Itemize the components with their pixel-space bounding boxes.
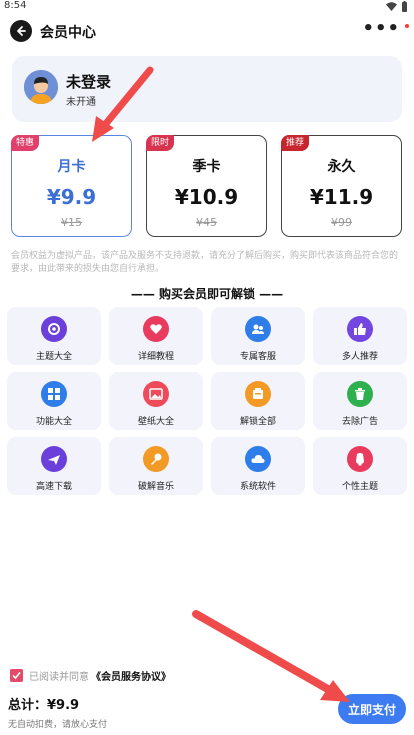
- bulb-icon: [347, 446, 373, 472]
- plan-name: 季卡: [192, 159, 221, 175]
- agreement-checkbox[interactable]: [10, 668, 23, 682]
- pay-now-button[interactable]: 立即支付: [338, 694, 406, 724]
- back-button[interactable]: [10, 20, 32, 42]
- feature-music[interactable]: 破解音乐: [109, 437, 203, 495]
- battery-icon: [402, 1, 407, 12]
- plan-original-price: ¥99: [331, 216, 352, 229]
- feature-theme[interactable]: 主题大全: [7, 307, 101, 365]
- feature-label: 系统软件: [239, 482, 276, 492]
- avatar: [24, 70, 58, 104]
- wifi-icon: [386, 2, 397, 11]
- status-bar: 8:54: [0, 0, 414, 14]
- feature-unlock-all[interactable]: 解锁全部: [211, 372, 305, 430]
- feature-wallpaper[interactable]: 壁纸大全: [109, 372, 203, 430]
- feature-label: 专属客服: [239, 352, 276, 362]
- feature-label: 主题大全: [35, 352, 72, 362]
- cloud-icon: [245, 446, 271, 472]
- user-name: 未登录: [66, 73, 112, 91]
- apps-icon: [41, 381, 67, 407]
- feature-label: 破解音乐: [137, 482, 174, 492]
- feature-personal-theme[interactable]: 个性主题: [313, 437, 407, 495]
- trash-icon: [347, 381, 373, 407]
- tutorial-icon: [143, 316, 169, 342]
- feature-system-software[interactable]: 系统软件: [211, 437, 305, 495]
- plan-tag: 限时: [146, 135, 175, 151]
- agreement-link[interactable]: 《会员服务协议》: [91, 668, 171, 683]
- user-avatar-icon: [24, 70, 58, 104]
- total-price: 总计：¥9.9: [8, 698, 80, 713]
- feature-recommend[interactable]: 多人推荐: [313, 307, 407, 365]
- feature-label: 详细教程: [137, 352, 174, 362]
- plan-name: 永久: [327, 159, 356, 175]
- plan-tag: 特惠: [11, 135, 40, 151]
- agreement-row: 已阅读并同意 《会员服务协议》: [10, 668, 171, 683]
- top-bar: 会员中心 •••: [0, 16, 414, 46]
- feature-label: 去除广告: [341, 417, 378, 427]
- status-time: 8:54: [4, 0, 27, 11]
- membership-status: 未开通: [66, 97, 96, 108]
- plan-price: ¥10.9: [174, 185, 239, 209]
- plan-list: 特惠 月卡 ¥9.9 ¥15 限时 季卡 ¥10.9 ¥45 推荐 永久 ¥11…: [11, 135, 405, 239]
- feature-label: 功能大全: [35, 417, 72, 427]
- plan-monthly[interactable]: 特惠 月卡 ¥9.9 ¥15: [11, 135, 132, 237]
- plan-price: ¥11.9: [309, 185, 374, 209]
- payment-note: 无自动扣费，请放心支付: [8, 720, 108, 730]
- feature-customer-service[interactable]: 专属客服: [211, 307, 305, 365]
- page-title: 会员中心: [40, 25, 96, 41]
- agreement-text: 已阅读并同意: [29, 671, 89, 683]
- feature-label: 解锁全部: [239, 417, 276, 427]
- unlock-heading: —— 购买会员即可解锁 ——: [130, 287, 284, 301]
- status-icons: [386, 1, 408, 12]
- feature-label: 个性主题: [341, 482, 378, 492]
- feature-functions[interactable]: 功能大全: [7, 372, 101, 430]
- feature-label: 多人推荐: [341, 352, 378, 362]
- feature-remove-ads[interactable]: 去除广告: [313, 372, 407, 430]
- profile-card[interactable]: 未登录 未开通: [12, 56, 402, 122]
- customer-service-icon: [245, 316, 271, 342]
- arrow-left-icon: [17, 26, 26, 36]
- more-button[interactable]: •••: [362, 18, 400, 39]
- theme-icon: [41, 316, 67, 342]
- plan-name: 月卡: [57, 159, 86, 175]
- check-icon: [12, 671, 21, 679]
- plan-quarterly[interactable]: 限时 季卡 ¥10.9 ¥45: [146, 135, 267, 237]
- feature-label: 高速下载: [35, 482, 72, 492]
- wallpaper-icon: [143, 381, 169, 407]
- thumbs-up-icon: [347, 316, 373, 342]
- disclaimer-text: 会员权益为虚拟产品，该产品及服务不支持退款，请充分了解后购买，购买即代表该商品符…: [11, 251, 399, 274]
- plan-price: ¥9.9: [46, 185, 97, 209]
- feature-label: 壁纸大全: [137, 417, 174, 427]
- plan-original-price: ¥15: [61, 216, 82, 229]
- feature-tutorial[interactable]: 详细教程: [109, 307, 203, 365]
- plane-icon: [41, 446, 67, 472]
- feature-fast-download[interactable]: 高速下载: [7, 437, 101, 495]
- plan-original-price: ¥45: [196, 216, 217, 229]
- microphone-icon: [143, 446, 169, 472]
- plan-lifetime[interactable]: 推荐 永久 ¥11.9 ¥99: [281, 135, 402, 237]
- plan-tag: 推荐: [281, 135, 310, 151]
- unlock-icon: [245, 381, 271, 407]
